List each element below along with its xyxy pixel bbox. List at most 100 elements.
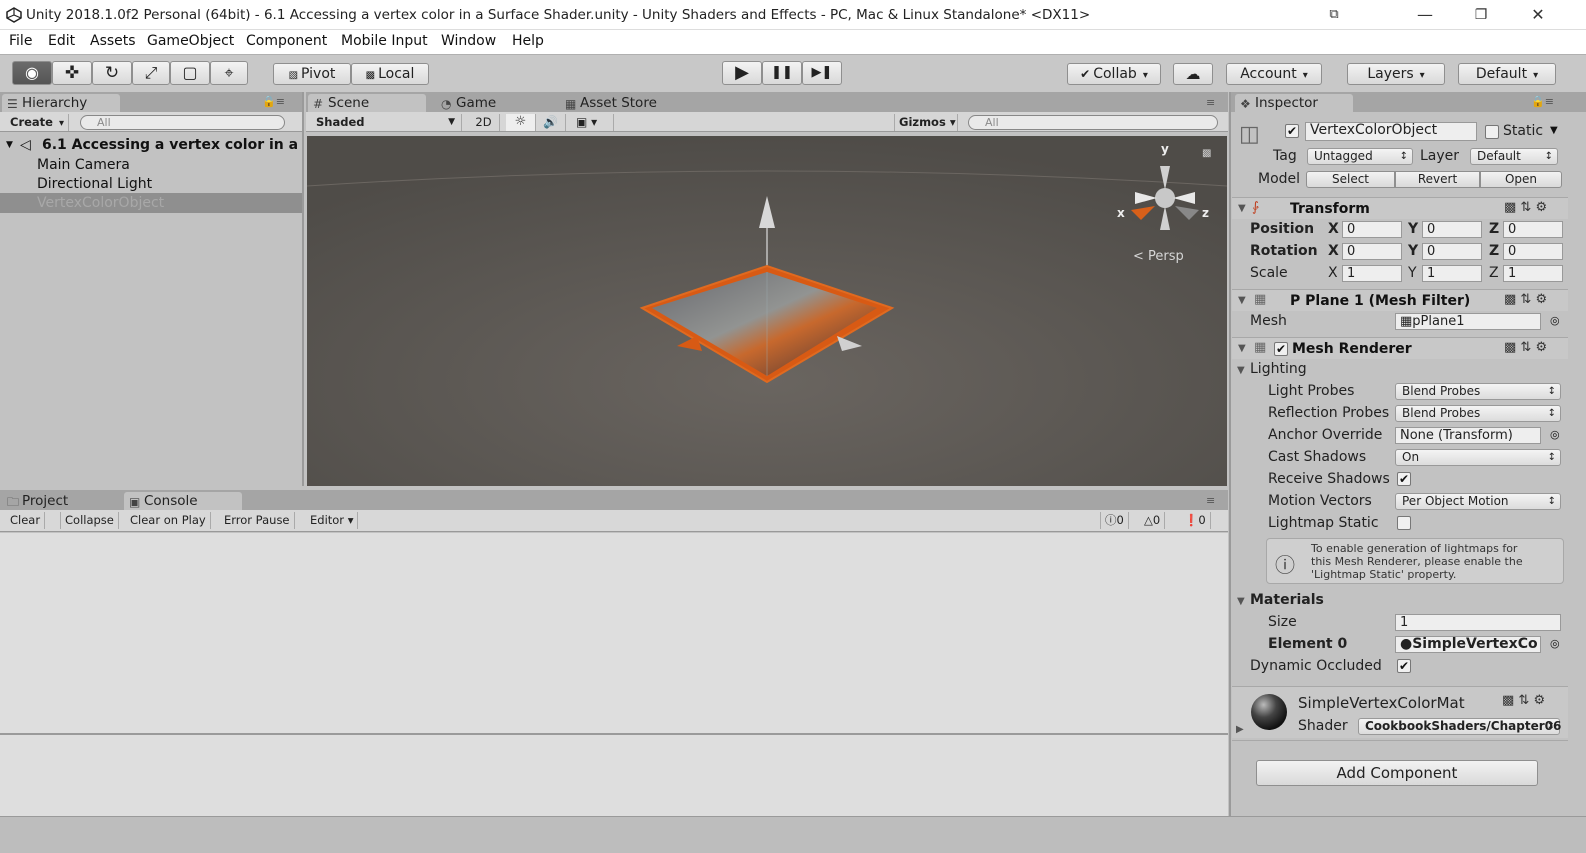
static-checkbox[interactable] xyxy=(1485,125,1499,139)
material-settings-icons[interactable]: ▩ ⇅ ⚙ xyxy=(1502,693,1545,708)
model-revert-button[interactable]: Revert xyxy=(1395,171,1480,188)
inspector-lock-icon[interactable]: 🔒≡ xyxy=(1531,95,1554,108)
account-dropdown[interactable]: Account xyxy=(1226,63,1322,85)
position-y-field[interactable]: 0 xyxy=(1422,221,1482,238)
effects-dropdown-icon[interactable]: ▣ ▾ xyxy=(572,114,614,131)
scale-y-field[interactable]: 1 xyxy=(1422,265,1482,282)
pivot-toggle[interactable]: ▧ Pivot xyxy=(273,63,351,85)
tab-game[interactable]: ◔ Game xyxy=(436,94,536,112)
lighting-foldout-icon[interactable]: ▼ xyxy=(1237,365,1245,376)
error-pause-button[interactable]: Error Pause xyxy=(220,512,295,529)
position-z-field[interactable]: 0 xyxy=(1503,221,1563,238)
motion-vectors-dropdown[interactable]: Per Object Motion xyxy=(1395,493,1561,510)
mesh-renderer-header[interactable]: ▼ ▦ ✔ Mesh Renderer ▩ ⇅ ⚙ xyxy=(1232,337,1568,359)
scene-search-input[interactable]: All xyxy=(968,115,1218,130)
collapse-button[interactable]: Collapse xyxy=(60,512,119,529)
mesh-renderer-enabled-checkbox[interactable]: ✔ xyxy=(1274,342,1288,356)
play-button[interactable]: ▶ xyxy=(722,61,762,85)
cloud-button[interactable]: ☁ xyxy=(1173,63,1213,85)
mesh-filter-header[interactable]: ▼ ▦ P Plane 1 (Mesh Filter) ▩ ⇅ ⚙ xyxy=(1232,289,1568,311)
hierarchy-item-main-camera[interactable]: Main Camera xyxy=(0,155,302,175)
2d-toggle[interactable]: 2D xyxy=(468,114,500,131)
panel-menu-icon[interactable]: ≡ xyxy=(1206,96,1215,109)
object-name-input[interactable]: VertexColorObject xyxy=(1305,122,1477,141)
model-select-button[interactable]: Select xyxy=(1306,171,1395,188)
material-foldout-icon[interactable]: ▶ xyxy=(1236,724,1244,735)
dynamic-occluded-checkbox[interactable]: ✔ xyxy=(1397,659,1411,673)
layout-dropdown[interactable]: Default xyxy=(1458,63,1556,85)
restore-layout-icon[interactable]: ⧉ xyxy=(1319,4,1349,26)
tab-scene[interactable]: # Scene xyxy=(308,94,426,112)
hierarchy-item-directional-light[interactable]: Directional Light xyxy=(0,174,302,194)
menu-help[interactable]: Help xyxy=(512,33,544,49)
mesh-object-field[interactable]: ▦pPlane1 xyxy=(1395,313,1541,330)
pause-button[interactable]: ❚❚ xyxy=(762,61,802,85)
step-button[interactable]: ▶❚ xyxy=(802,61,842,85)
object-picker-icon[interactable]: ◎ xyxy=(1550,428,1560,441)
rotate-tool-icon[interactable]: ↻ xyxy=(92,61,132,85)
console-menu-icon[interactable]: ≡ xyxy=(1206,494,1215,507)
tab-hierarchy[interactable]: ☰ Hierarchy xyxy=(2,94,120,112)
tab-project[interactable]: 🗀 Project xyxy=(2,492,112,510)
clear-button[interactable]: Clear xyxy=(6,512,46,529)
menu-mobile-input[interactable]: Mobile Input xyxy=(341,33,428,49)
menu-edit[interactable]: Edit xyxy=(48,33,75,49)
tag-dropdown[interactable]: Untagged xyxy=(1307,148,1413,165)
rotation-z-field[interactable]: 0 xyxy=(1503,243,1563,260)
menu-component[interactable]: Component xyxy=(246,33,327,49)
persp-toggle[interactable]: < Persp xyxy=(1133,249,1184,264)
component-settings-icons[interactable]: ▩ ⇅ ⚙ xyxy=(1504,292,1547,307)
tab-console[interactable]: ▣ Console xyxy=(124,492,242,510)
menu-gameobject[interactable]: GameObject xyxy=(147,33,234,49)
error-count-toggle[interactable]: ❗0 xyxy=(1180,512,1211,529)
component-settings-icons[interactable]: ▩ ⇅ ⚙ xyxy=(1504,200,1547,215)
static-dropdown-icon[interactable]: ▼ xyxy=(1550,125,1558,136)
lighting-toggle-icon[interactable]: ☼ xyxy=(506,114,536,131)
editor-dropdown[interactable]: Editor ▾ xyxy=(306,512,359,529)
active-checkbox[interactable]: ✔ xyxy=(1285,124,1299,138)
shader-dropdown[interactable]: CookbookShaders/Chapter06 xyxy=(1358,718,1561,735)
light-probes-dropdown[interactable]: Blend Probes xyxy=(1395,383,1561,400)
reflection-probes-dropdown[interactable]: Blend Probes xyxy=(1395,405,1561,422)
transform-header[interactable]: ▼ ⨑ Transform ▩ ⇅ ⚙ xyxy=(1232,197,1568,219)
move-tool-icon[interactable]: ✜ xyxy=(52,61,92,85)
layers-dropdown[interactable]: Layers xyxy=(1347,63,1445,85)
minimize-button[interactable]: — xyxy=(1410,4,1440,26)
receive-shadows-checkbox[interactable]: ✔ xyxy=(1397,472,1411,486)
scene-root-row[interactable]: ▼ ◁ 6.1 Accessing a vertex color in a xyxy=(0,135,302,155)
hierarchy-item-vertexcolorobject[interactable]: VertexColorObject xyxy=(0,193,302,213)
menu-assets[interactable]: Assets xyxy=(90,33,136,49)
clear-on-play-button[interactable]: Clear on Play xyxy=(126,512,211,529)
create-dropdown[interactable]: Create xyxy=(6,114,69,131)
menu-window[interactable]: Window xyxy=(441,33,496,49)
position-x-field[interactable]: 0 xyxy=(1342,221,1402,238)
scene-viewport[interactable]: y x z ▩ < Persp xyxy=(306,136,1228,486)
cast-shadows-dropdown[interactable]: On xyxy=(1395,449,1561,466)
rotation-y-field[interactable]: 0 xyxy=(1422,243,1482,260)
local-toggle[interactable]: ▩ Local xyxy=(351,63,429,85)
anchor-override-field[interactable]: None (Transform) xyxy=(1395,427,1541,444)
hierarchy-search-input[interactable]: All xyxy=(80,115,285,130)
model-open-button[interactable]: Open xyxy=(1480,171,1562,188)
layer-dropdown[interactable]: Default xyxy=(1470,148,1558,165)
rotation-x-field[interactable]: 0 xyxy=(1342,243,1402,260)
object-picker-icon[interactable]: ◎ xyxy=(1550,314,1560,327)
materials-size-field[interactable]: 1 xyxy=(1395,614,1561,631)
menu-file[interactable]: File xyxy=(9,33,32,49)
object-picker-icon[interactable]: ◎ xyxy=(1550,637,1560,650)
maximize-button[interactable]: ❐ xyxy=(1466,4,1496,26)
scene-lock-icon[interactable]: ▩ xyxy=(1202,148,1211,159)
gizmos-dropdown[interactable]: Gizmos ▾ xyxy=(894,114,958,131)
scale-tool-icon[interactable]: ⤢ xyxy=(132,61,170,85)
info-count-toggle[interactable]: ⓘ0 xyxy=(1100,512,1129,529)
component-settings-icons[interactable]: ▩ ⇅ ⚙ xyxy=(1504,340,1547,355)
console-log-area[interactable] xyxy=(0,533,1228,733)
rect-tool-icon[interactable]: ▢ xyxy=(170,61,210,85)
shading-mode-dropdown[interactable]: Shaded ▼ xyxy=(312,114,462,131)
lock-icon[interactable]: 🔒≡ xyxy=(262,95,285,108)
materials-foldout-icon[interactable]: ▼ xyxy=(1237,596,1245,607)
audio-toggle-icon[interactable]: 🔊 xyxy=(536,114,566,131)
view-tool-icon[interactable]: ◉ xyxy=(12,61,52,85)
collab-dropdown[interactable]: ✔ Collab xyxy=(1067,63,1161,85)
warning-count-toggle[interactable]: △0 xyxy=(1140,512,1166,529)
